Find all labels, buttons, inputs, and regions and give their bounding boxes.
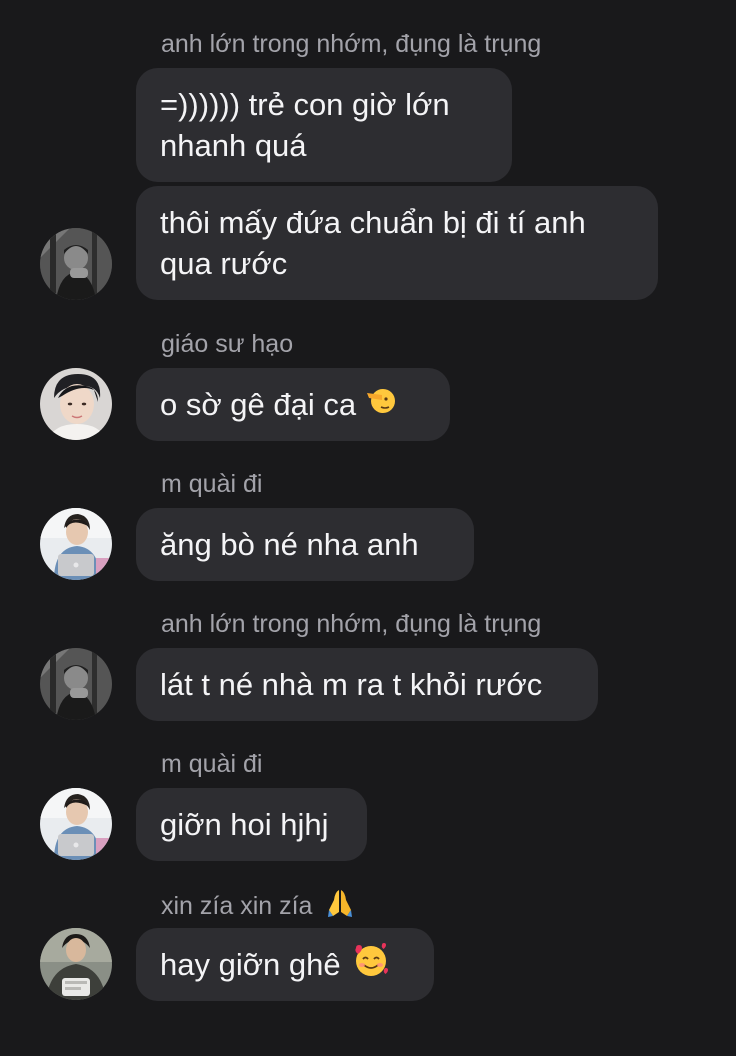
avatar[interactable] (40, 788, 112, 860)
avatar[interactable] (40, 928, 112, 1000)
message-bubble[interactable]: hay giỡn ghê (136, 928, 434, 1001)
message-text-line: nhanh quá (160, 128, 307, 163)
sender-name: giáo sư hạo (161, 330, 294, 358)
message-text: o sờ gê đại ca (160, 387, 357, 422)
message-text: giỡn hoi hjhj (160, 807, 329, 842)
message-bubble[interactable]: thôi mấy đứa chuẩn bị đi tí anh qua rước (136, 186, 658, 300)
message-text: ăng bò né nha anh (160, 527, 419, 562)
sender-name-text: xin zía xin zía (161, 892, 313, 920)
message-text-line: thôi mấy đứa chuẩn bị đi tí anh (160, 205, 586, 240)
sender-name: anh lớn trong nhớm, đụng là trụng (161, 30, 542, 58)
avatar[interactable] (40, 368, 112, 440)
sender-name: xin zía xin zía (161, 888, 355, 926)
message-text-line: qua rước (160, 246, 288, 281)
message-bubble[interactable]: =)))))) trẻ con giờ lớn nhanh quá (136, 68, 512, 182)
message-text: hay giỡn ghê (160, 947, 341, 982)
message-bubble[interactable]: lát t né nhà m ra t khỏi rước (136, 648, 598, 721)
message-text-line: =)))))) trẻ con giờ lớn (160, 87, 450, 122)
sender-name: m quài đi (161, 470, 263, 498)
message-bubble[interactable]: giỡn hoi hjhj (136, 788, 367, 861)
avatar[interactable] (40, 648, 112, 720)
sender-name: anh lớn trong nhớm, đụng là trụng (161, 610, 542, 638)
avatar[interactable] (40, 508, 112, 580)
message-bubble[interactable]: ăng bò né nha anh (136, 508, 474, 581)
folded-hands-emoji-icon (325, 888, 355, 926)
sender-name: m quài đi (161, 750, 263, 778)
message-bubble[interactable]: o sờ gê đại ca (136, 368, 450, 441)
message-text: lát t né nhà m ra t khỏi rước (160, 667, 543, 702)
avatar[interactable] (40, 228, 112, 300)
smiling-face-with-hearts-emoji-icon (351, 940, 391, 990)
saluting-face-emoji-icon (366, 384, 396, 425)
